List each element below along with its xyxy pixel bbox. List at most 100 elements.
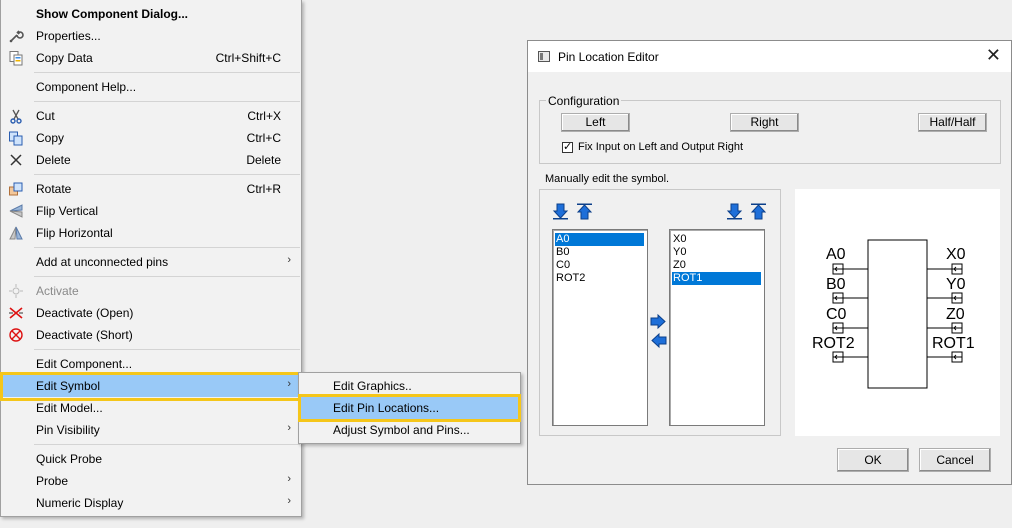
dialog-title: Pin Location Editor — [558, 50, 659, 64]
menu-item-label: Copy Data — [36, 51, 93, 65]
menu-separator — [34, 276, 300, 277]
menu-item-label: Add at unconnected pins — [36, 255, 169, 269]
pin-label: B0 — [826, 276, 846, 293]
right-pins-list[interactable]: X0 Y0 Z0 ROT1 — [669, 229, 765, 426]
list-item[interactable]: Y0 — [672, 246, 761, 259]
activate-icon — [9, 284, 23, 298]
pin-label: X0 — [946, 246, 966, 263]
menu-separator — [34, 174, 300, 175]
menu-item-label: Rotate — [36, 182, 72, 196]
menu-item-component-help[interactable]: Component Help... — [2, 76, 301, 98]
submenu-item-label: Edit Graphics.. — [333, 379, 412, 393]
move-right-arrow-icon[interactable] — [650, 313, 667, 330]
cancel-button[interactable]: Cancel — [919, 448, 991, 472]
menu-item-label: Activate — [36, 284, 79, 298]
menu-item-shortcut: Ctrl+C — [246, 131, 281, 145]
submenu-arrow-icon: › — [287, 473, 291, 485]
copy-icon — [9, 131, 23, 146]
list-item[interactable]: Z0 — [672, 259, 761, 272]
menu-item-label: Quick Probe — [36, 452, 103, 466]
menu-item-label: Flip Horizontal — [36, 226, 113, 240]
menu-item-properties[interactable]: Properties... — [2, 25, 301, 47]
pin-label: ROT1 — [932, 335, 975, 352]
menu-separator — [34, 247, 300, 248]
ok-button[interactable]: OK — [837, 448, 909, 472]
submenu-arrow-icon: › — [287, 254, 291, 266]
menu-item-flip-vertical[interactable]: Flip Vertical — [2, 200, 301, 222]
menu-item-shortcut: Ctrl+Shift+C — [215, 51, 281, 65]
rotate-icon — [9, 182, 23, 196]
menu-item-copy-data[interactable]: Copy Data Ctrl+Shift+C — [2, 47, 301, 69]
half-half-button[interactable]: Half/Half — [918, 113, 987, 132]
flip-vertical-icon — [9, 204, 23, 218]
menu-item-show-component-dialog[interactable]: Show Component Dialog... — [2, 3, 301, 25]
menu-item-quick-probe[interactable]: Quick Probe — [2, 448, 301, 470]
menu-item-probe[interactable]: Probe › — [2, 470, 301, 492]
menu-item-label: Component Help... — [36, 80, 137, 94]
flip-horizontal-icon — [9, 226, 23, 240]
move-up-arrow-icon[interactable] — [576, 203, 593, 220]
menu-item-numeric-display[interactable]: Numeric Display › — [2, 492, 301, 514]
menu-item-label: Delete — [36, 153, 71, 167]
configuration-group-label: Configuration — [546, 94, 622, 108]
menu-item-label: Numeric Display — [36, 496, 124, 510]
close-icon[interactable]: ✕ — [986, 46, 1001, 64]
move-left-arrow-icon[interactable] — [650, 332, 667, 349]
menu-item-label: Properties... — [36, 29, 101, 43]
list-item[interactable]: C0 — [555, 259, 644, 272]
configuration-group — [539, 100, 1001, 164]
pin-location-editor-dialog: Pin Location Editor ✕ Configuration Left… — [527, 40, 1012, 485]
menu-item-pin-visibility[interactable]: Pin Visibility › — [2, 419, 301, 441]
list-item[interactable]: ROT2 — [555, 272, 644, 285]
window-app-icon — [538, 51, 550, 62]
menu-item-delete[interactable]: Delete Delete — [2, 149, 301, 171]
pin-label: A0 — [826, 246, 846, 263]
pin-label: Y0 — [946, 276, 966, 293]
menu-item-activate: Activate — [2, 280, 301, 302]
list-item[interactable]: B0 — [555, 246, 644, 259]
submenu-item-label: Adjust Symbol and Pins... — [333, 423, 470, 437]
manual-edit-label: Manually edit the symbol. — [545, 173, 670, 185]
menu-item-shortcut: Delete — [246, 153, 281, 167]
copy-data-icon — [9, 51, 23, 66]
fix-input-output-label: Fix Input on Left and Output Right — [578, 141, 744, 153]
wrench-icon — [9, 30, 24, 43]
fix-input-output-checkbox[interactable] — [562, 140, 573, 153]
menu-separator — [34, 101, 300, 102]
menu-item-cut[interactable]: Cut Ctrl+X — [2, 105, 301, 127]
pin-label: C0 — [826, 306, 847, 323]
menu-separator — [34, 444, 300, 445]
menu-item-label: Copy — [36, 131, 65, 145]
menu-item-rotate[interactable]: Rotate Ctrl+R — [2, 178, 301, 200]
left-pins-list[interactable]: A0 B0 C0 ROT2 — [552, 229, 648, 426]
menu-item-label: Cut — [36, 109, 55, 123]
delete-x-icon — [10, 154, 22, 166]
menu-item-copy[interactable]: Copy Ctrl+C — [2, 127, 301, 149]
left-button[interactable]: Left — [561, 113, 630, 132]
submenu-arrow-icon: › — [287, 422, 291, 434]
scissors-icon — [10, 109, 22, 124]
move-down-arrow-icon[interactable] — [552, 203, 569, 220]
dialog-titlebar: Pin Location Editor ✕ — [528, 41, 1011, 72]
move-down-arrow-icon[interactable] — [726, 203, 743, 220]
menu-item-label: Edit Component... — [36, 357, 133, 371]
move-up-arrow-icon[interactable] — [750, 203, 767, 220]
menu-item-label: Deactivate (Short) — [36, 328, 133, 342]
list-item[interactable]: X0 — [672, 233, 761, 246]
menu-item-label: Show Component Dialog... — [36, 7, 188, 21]
submenu-arrow-icon: › — [287, 495, 291, 507]
menu-item-add-at-unconnected-pins[interactable]: Add at unconnected pins › — [2, 251, 301, 273]
list-item[interactable]: ROT1 — [672, 272, 761, 285]
list-item[interactable]: A0 — [555, 233, 644, 246]
right-button[interactable]: Right — [730, 113, 799, 132]
deactivate-short-icon — [9, 328, 23, 342]
menu-item-label: Deactivate (Open) — [36, 306, 134, 320]
menu-item-deactivate-open[interactable]: Deactivate (Open) — [2, 302, 301, 324]
menu-item-deactivate-short[interactable]: Deactivate (Short) — [2, 324, 301, 346]
deactivate-open-icon — [9, 307, 23, 319]
menu-item-label: Pin Visibility — [36, 423, 100, 437]
submenu-item-adjust-symbol-and-pins[interactable]: Adjust Symbol and Pins... — [300, 419, 519, 441]
menu-item-flip-horizontal[interactable]: Flip Horizontal — [2, 222, 301, 244]
callout-highlight — [298, 394, 521, 422]
pin-label: ROT2 — [812, 335, 855, 352]
